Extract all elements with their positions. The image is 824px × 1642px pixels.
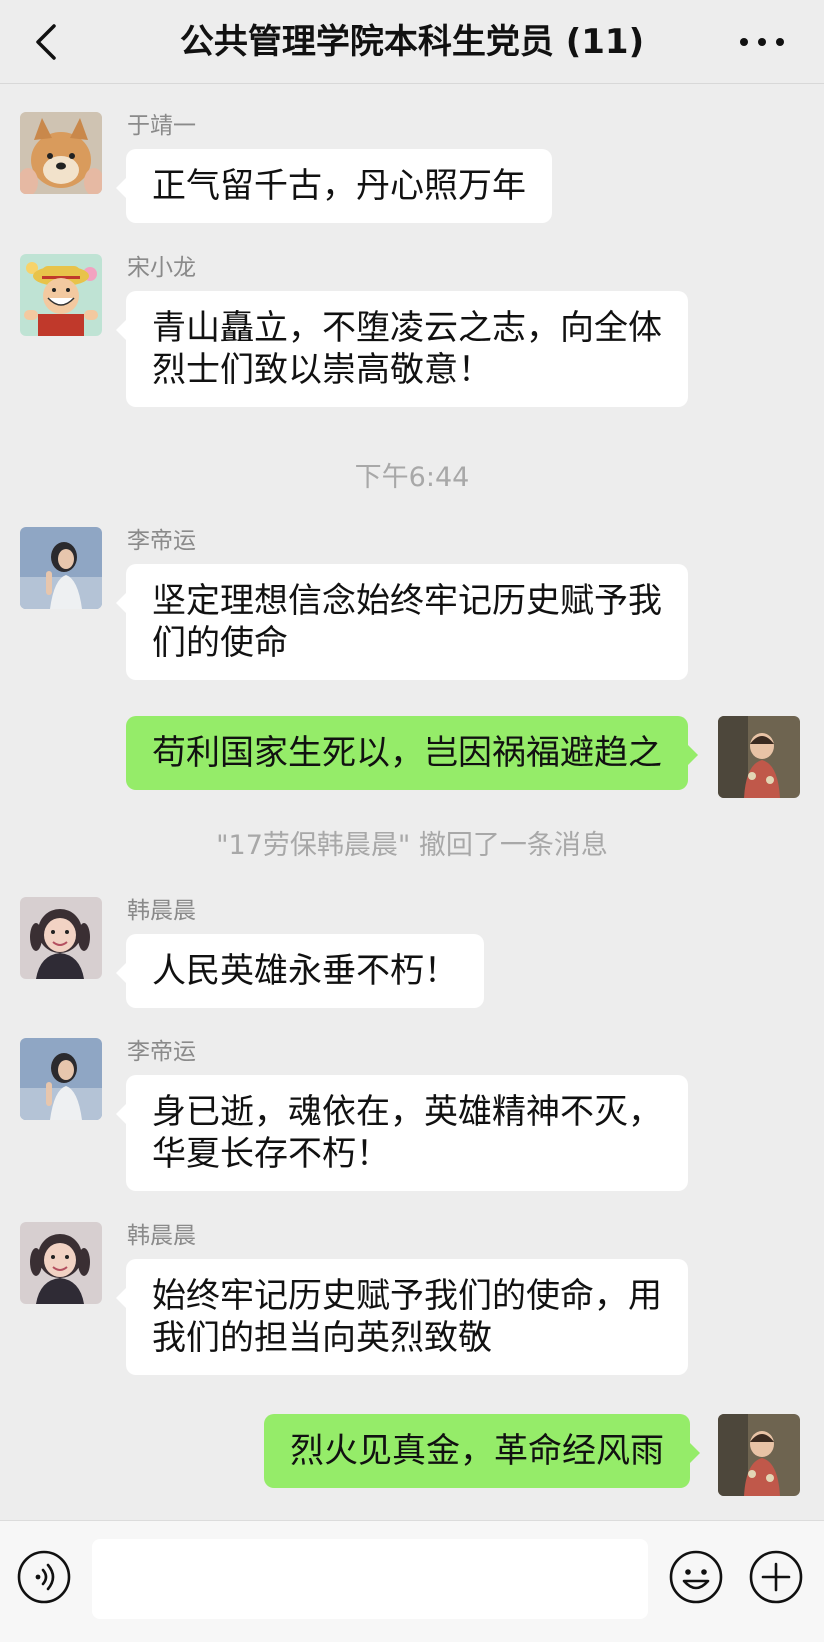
- recall-notice: "17劳保韩晨晨" 撤回了一条消息: [216, 830, 608, 861]
- message-line: 苟利国家生死以，岂因祸福避趋之: [152, 733, 662, 773]
- message-bubble[interactable]: 身已逝，魂依在，英雄精神不灭， 华夏长存不朽！: [116, 1075, 688, 1191]
- chat-title: 公共管理学院本科生党员 (11): [179, 22, 645, 62]
- message-line: 坚定理想信念始终牢记历史赋予我: [152, 581, 662, 621]
- input-bar: [0, 1520, 824, 1642]
- message-line: 烈火见真金，革命经风雨: [290, 1431, 664, 1471]
- more-button[interactable]: [734, 24, 790, 60]
- woman-portrait-avatar[interactable]: [20, 527, 102, 609]
- message-line: 们的使命: [152, 623, 288, 663]
- message-bubble[interactable]: 正气留千古，丹心照万年: [116, 149, 552, 223]
- child-photo-avatar[interactable]: [718, 716, 800, 798]
- timestamp: 下午6:44: [354, 462, 470, 493]
- voice-icon: [17, 1550, 71, 1604]
- cartoon-boy-avatar[interactable]: [20, 254, 102, 336]
- message-bubble[interactable]: 人民英雄永垂不朽！: [116, 934, 484, 1008]
- message-bubble[interactable]: 青山矗立，不堕凌云之志，向全体 烈士们致以崇高敬意！: [116, 291, 688, 407]
- shiba-dog-avatar[interactable]: [20, 112, 102, 194]
- message-line: 青山矗立，不堕凌云之志，向全体: [152, 308, 662, 348]
- sender-name: 韩晨晨: [127, 898, 196, 924]
- message-line: 我们的担当向英烈致敬: [152, 1318, 492, 1358]
- message-line: 正气留千古，丹心照万年: [152, 166, 526, 206]
- message-line: 华夏长存不朽！: [152, 1134, 390, 1174]
- sender-name: 韩晨晨: [127, 1223, 196, 1249]
- message-bubble[interactable]: 坚定理想信念始终牢记历史赋予我 们的使命: [116, 564, 688, 680]
- message-input[interactable]: [92, 1539, 648, 1619]
- little-girl-avatar[interactable]: [20, 897, 102, 979]
- sender-name: 于靖一: [127, 113, 196, 139]
- message-line: 烈士们致以崇高敬意！: [152, 350, 492, 390]
- sender-name: 李帝运: [127, 1039, 196, 1065]
- plus-icon: [749, 1550, 803, 1604]
- message-bubble-self[interactable]: 苟利国家生死以，岂因祸福避趋之: [126, 716, 698, 790]
- message-line: 身已逝，魂依在，英雄精神不灭，: [152, 1092, 662, 1132]
- chat-header: 公共管理学院本科生党员 (11): [0, 0, 824, 84]
- child-photo-avatar[interactable]: [718, 1414, 800, 1496]
- more-dots-icon: [740, 38, 784, 46]
- message-bubble-self[interactable]: 烈火见真金，革命经风雨: [264, 1414, 700, 1488]
- emoji-icon: [669, 1550, 723, 1604]
- message-line: 人民英雄永垂不朽！: [152, 951, 458, 991]
- back-button[interactable]: [28, 20, 68, 64]
- emoji-button[interactable]: [668, 1549, 724, 1605]
- voice-button[interactable]: [16, 1549, 72, 1605]
- plus-button[interactable]: [748, 1549, 804, 1605]
- message-bubble[interactable]: 始终牢记历史赋予我们的使命，用 我们的担当向英烈致敬: [116, 1259, 688, 1375]
- woman-portrait-avatar[interactable]: [20, 1038, 102, 1120]
- message-line: 始终牢记历史赋予我们的使命，用: [152, 1276, 662, 1316]
- chevron-left-icon: [36, 24, 56, 60]
- sender-name: 李帝运: [127, 528, 196, 554]
- little-girl-avatar[interactable]: [20, 1222, 102, 1304]
- sender-name: 宋小龙: [127, 255, 196, 281]
